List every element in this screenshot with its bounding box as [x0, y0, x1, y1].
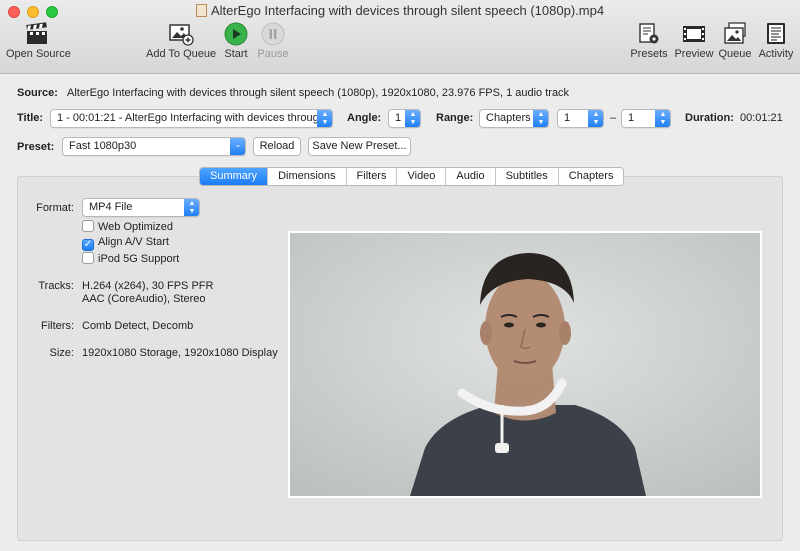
tab-subtitles[interactable]: Subtitles: [495, 168, 559, 185]
open-source-label: Open Source: [6, 48, 71, 60]
reload-button[interactable]: Reload: [253, 137, 301, 156]
checkbox-box: [82, 252, 94, 264]
range-type-value: Chapters: [486, 112, 531, 124]
preview-label: Preview: [674, 48, 714, 60]
source-label: Source:: [17, 87, 58, 99]
window-title: AlterEgo Interfacing with devices throug…: [0, 3, 800, 18]
pause-label: Pause: [257, 48, 289, 60]
tracks-label: Tracks:: [38, 280, 74, 292]
document-icon: [195, 4, 207, 17]
duration-label: Duration:: [685, 112, 734, 124]
pause-button[interactable]: Pause: [257, 22, 289, 60]
tab-summary[interactable]: Summary: [200, 168, 269, 185]
title-popup-value: 1 - 00:01:21 - AlterEgo Interfacing with…: [57, 112, 332, 124]
toolbar: AlterEgo Interfacing with devices throug…: [0, 0, 800, 74]
preview-button[interactable]: Preview: [674, 22, 714, 60]
format-label: Format:: [36, 202, 74, 214]
tab-audio[interactable]: Audio: [446, 168, 496, 185]
tab-video[interactable]: Video: [397, 168, 447, 185]
preview-image[interactable]: [288, 231, 762, 498]
presets-button[interactable]: Presets: [630, 22, 668, 60]
popup-arrows-icon: ▲ ▼: [317, 110, 332, 127]
add-to-queue-label: Add To Queue: [146, 48, 217, 60]
person-photo: [290, 233, 760, 496]
presets-gear-icon: [639, 23, 659, 44]
tab-filters[interactable]: Filters: [346, 168, 398, 185]
activity-log-icon: [767, 23, 785, 44]
add-photo-icon: [169, 24, 194, 46]
play-icon: [224, 22, 248, 46]
web-optimized-checkbox[interactable]: Web Optimized: [82, 220, 173, 233]
ipod-label: iPod 5G Support: [98, 253, 180, 265]
start-button[interactable]: Start: [221, 22, 251, 60]
range-type-popup[interactable]: Chapters ▲ ▼: [479, 109, 549, 128]
activity-label: Activity: [758, 48, 794, 60]
presets-label: Presets: [630, 48, 668, 60]
popup-arrows-icon: ▲ ▼: [533, 110, 548, 127]
preset-label: Preset:: [17, 141, 55, 153]
range-end-popup[interactable]: 1 ▲ ▼: [621, 109, 671, 128]
queue-label: Queue: [718, 48, 752, 60]
source-row: Source: AlterEgo Interfacing with device…: [17, 87, 569, 99]
tab-dimensions[interactable]: Dimensions: [268, 168, 347, 185]
web-optimized-label: Web Optimized: [98, 221, 173, 233]
format-value: MP4 File: [89, 201, 133, 213]
filters-value: Comb Detect, Decomb: [82, 320, 194, 332]
filters-label: Filters:: [41, 320, 74, 332]
preset-value: Fast 1080p30: [69, 140, 137, 152]
popup-arrows-icon: ▲ ▼: [588, 110, 603, 127]
source-value: AlterEgo Interfacing with devices throug…: [67, 87, 570, 99]
range-label: Range:: [436, 112, 474, 124]
checkbox-box: [82, 220, 94, 232]
angle-value: 1: [395, 112, 402, 124]
start-label: Start: [224, 48, 248, 60]
queue-photos-icon: [724, 22, 746, 44]
size-label: Size:: [49, 347, 74, 359]
popup-arrows-icon: ▲ ▼: [405, 110, 420, 127]
tracks-audio-value: AAC (CoreAudio), Stereo: [82, 293, 206, 305]
save-new-preset-button[interactable]: Save New Preset...: [308, 137, 411, 156]
range-start-popup[interactable]: 1 ▲ ▼: [557, 109, 604, 128]
preset-popup[interactable]: Fast 1080p30 ⌄: [62, 137, 246, 156]
duration-group: Duration: 00:01:21: [685, 112, 783, 124]
popup-arrows-icon: ▲ ▼: [655, 110, 670, 127]
title-popup[interactable]: 1 - 00:01:21 - AlterEgo Interfacing with…: [50, 109, 333, 128]
range-end-value: 1: [628, 112, 635, 124]
queue-button[interactable]: Queue: [717, 22, 753, 60]
angle-label: Angle:: [347, 112, 382, 124]
chevron-down-icon: ⌄: [230, 138, 245, 155]
size-value: 1920x1080 Storage, 1920x1080 Display: [82, 347, 278, 359]
title-label: Title:: [17, 112, 44, 124]
window-title-text: AlterEgo Interfacing with devices throug…: [210, 3, 605, 18]
add-to-queue-button[interactable]: Add To Queue: [146, 22, 216, 60]
tab-chapters[interactable]: Chapters: [558, 168, 624, 185]
tracks-video-value: H.264 (x264), 30 FPS PFR: [82, 280, 214, 292]
handbrake-window: AlterEgo Interfacing with devices throug…: [0, 0, 800, 551]
range-dash: –: [610, 112, 617, 124]
checkmark-icon: ✓: [82, 239, 94, 251]
open-source-button[interactable]: Open Source: [6, 22, 71, 60]
angle-popup[interactable]: 1 ▲ ▼: [388, 109, 421, 128]
duration-value: 00:01:21: [739, 112, 783, 124]
film-strip-icon: [683, 26, 705, 42]
tab-bar: Summary Dimensions Filters Video Audio S…: [199, 167, 625, 186]
format-popup[interactable]: MP4 File ▲ ▼: [82, 198, 200, 217]
align-av-checkbox[interactable]: ✓ Align A/V Start: [82, 236, 169, 251]
pause-icon: [261, 22, 285, 46]
popup-arrows-icon: ▲ ▼: [184, 199, 199, 216]
range-start-value: 1: [564, 112, 571, 124]
ipod-checkbox[interactable]: iPod 5G Support: [82, 252, 179, 265]
activity-button[interactable]: Activity: [756, 22, 796, 60]
clapperboard-icon: [26, 22, 47, 44]
align-av-label: Align A/V Start: [98, 236, 169, 248]
